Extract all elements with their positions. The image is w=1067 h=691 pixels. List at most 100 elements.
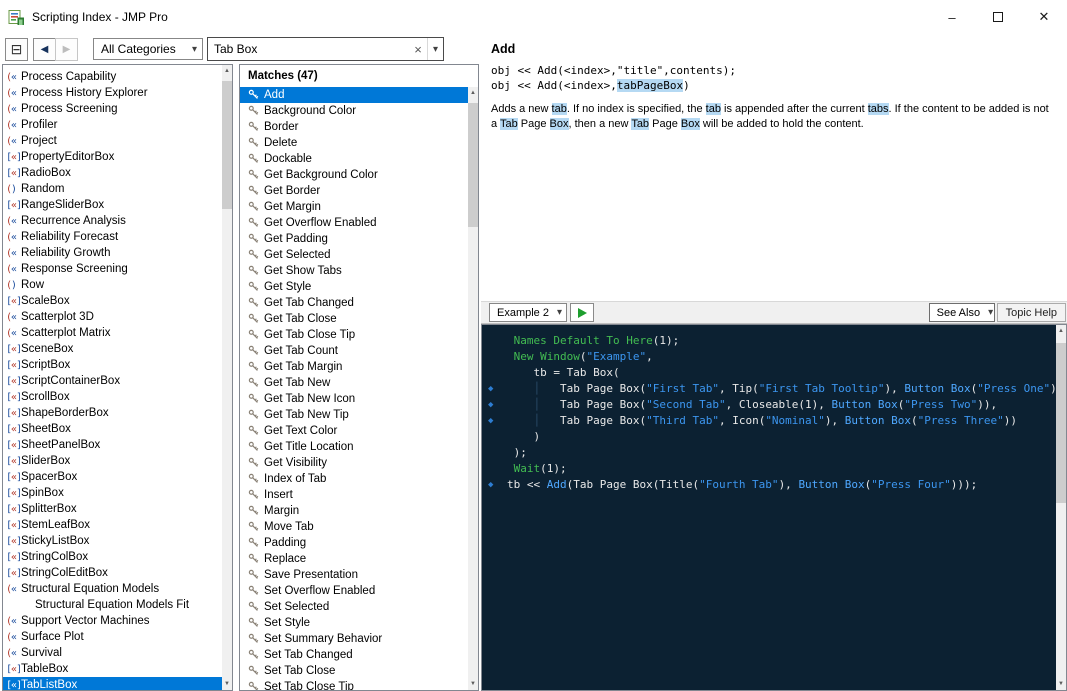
- category-item[interactable]: [«] StickyListBox: [3, 533, 222, 549]
- category-item[interactable]: [«] ScrollBox: [3, 389, 222, 405]
- match-item[interactable]: Get Text Color: [240, 423, 468, 439]
- match-item[interactable]: Add: [240, 87, 468, 103]
- scrollbar-thumb[interactable]: [222, 81, 232, 209]
- category-item[interactable]: (« Response Screening: [3, 261, 222, 277]
- match-item[interactable]: Set Summary Behavior: [240, 631, 468, 647]
- category-item[interactable]: [«] SceneBox: [3, 341, 222, 357]
- match-item[interactable]: Padding: [240, 535, 468, 551]
- category-item[interactable]: (« Profiler: [3, 117, 222, 133]
- category-item[interactable]: [«] PropertyEditorBox: [3, 149, 222, 165]
- category-item[interactable]: [«] ShapeBorderBox: [3, 405, 222, 421]
- category-item[interactable]: [«] ScaleBox: [3, 293, 222, 309]
- match-item[interactable]: Move Tab: [240, 519, 468, 535]
- example-selector[interactable]: Example 2 ▾: [489, 303, 567, 322]
- close-button[interactable]: ✕: [1021, 0, 1067, 34]
- match-item[interactable]: Get Tab New: [240, 375, 468, 391]
- see-also-dropdown[interactable]: See Also ▾: [928, 303, 995, 322]
- maximize-button[interactable]: [975, 0, 1021, 34]
- match-item[interactable]: Dockable: [240, 151, 468, 167]
- category-item[interactable]: (« Scatterplot Matrix: [3, 325, 222, 341]
- match-item[interactable]: Get Style: [240, 279, 468, 295]
- minimize-button[interactable]: –: [929, 0, 975, 34]
- category-item[interactable]: [«] StemLeafBox: [3, 517, 222, 533]
- match-item[interactable]: Background Color: [240, 103, 468, 119]
- scroll-up-button[interactable]: ▲: [222, 65, 232, 77]
- category-item[interactable]: () Row: [3, 277, 222, 293]
- match-item[interactable]: Set Tab Changed: [240, 647, 468, 663]
- match-item[interactable]: Get Visibility: [240, 455, 468, 471]
- forward-button[interactable]: ▶: [55, 37, 78, 61]
- match-item[interactable]: Get Margin: [240, 199, 468, 215]
- category-item[interactable]: [«] SpinBox: [3, 485, 222, 501]
- category-item[interactable]: [«] RangeSliderBox: [3, 197, 222, 213]
- category-item[interactable]: (« Support Vector Machines: [3, 613, 222, 629]
- scroll-down-button[interactable]: ▼: [1056, 678, 1066, 690]
- match-item[interactable]: Get Border: [240, 183, 468, 199]
- scrollbar-thumb[interactable]: [1056, 343, 1066, 503]
- match-item[interactable]: Replace: [240, 551, 468, 567]
- category-item[interactable]: (« Surface Plot: [3, 629, 222, 645]
- category-item[interactable]: Structural Equation Models Fit: [3, 597, 222, 613]
- category-item[interactable]: () Random: [3, 181, 222, 197]
- clear-search-button[interactable]: ×: [409, 38, 427, 60]
- category-item[interactable]: [«] SpacerBox: [3, 469, 222, 485]
- match-item[interactable]: Border: [240, 119, 468, 135]
- scroll-up-button[interactable]: ▲: [468, 87, 478, 99]
- category-item[interactable]: [«] ScriptContainerBox: [3, 373, 222, 389]
- category-item[interactable]: (« Survival: [3, 645, 222, 661]
- category-item[interactable]: [«] TableBox: [3, 661, 222, 677]
- match-item[interactable]: Index of Tab: [240, 471, 468, 487]
- match-item[interactable]: Get Tab Close Tip: [240, 327, 468, 343]
- search-input[interactable]: [208, 42, 409, 56]
- code-area[interactable]: Names Default To Here (1); New Window("Ex…: [482, 333, 1056, 690]
- match-item[interactable]: Insert: [240, 487, 468, 503]
- match-item[interactable]: Get Title Location: [240, 439, 468, 455]
- category-filter-dropdown[interactable]: All Categories ▾: [93, 38, 203, 60]
- match-item[interactable]: Get Background Color: [240, 167, 468, 183]
- topic-help-button[interactable]: Topic Help: [996, 303, 1066, 322]
- category-item[interactable]: (« Process Screening: [3, 101, 222, 117]
- scroll-up-button[interactable]: ▲: [1056, 325, 1066, 337]
- match-item[interactable]: Set Overflow Enabled: [240, 583, 468, 599]
- category-item[interactable]: [«] StringColEditBox: [3, 565, 222, 581]
- category-item[interactable]: [«] SheetBox: [3, 421, 222, 437]
- match-item[interactable]: Get Tab Margin: [240, 359, 468, 375]
- match-item[interactable]: Get Overflow Enabled: [240, 215, 468, 231]
- match-item[interactable]: Margin: [240, 503, 468, 519]
- category-item[interactable]: [«] SheetPanelBox: [3, 437, 222, 453]
- match-item[interactable]: Set Style: [240, 615, 468, 631]
- category-item[interactable]: (« Reliability Forecast: [3, 229, 222, 245]
- category-item[interactable]: (« Reliability Growth: [3, 245, 222, 261]
- category-item[interactable]: (« Recurrence Analysis: [3, 213, 222, 229]
- category-item[interactable]: (« Project: [3, 133, 222, 149]
- category-item[interactable]: (« Process History Explorer: [3, 85, 222, 101]
- editor-scrollbar[interactable]: ▲ ▼: [1056, 325, 1066, 690]
- match-item[interactable]: Set Selected: [240, 599, 468, 615]
- script-editor[interactable]: Names Default To Here (1); New Window("Ex…: [481, 324, 1067, 691]
- scroll-down-button[interactable]: ▼: [468, 678, 478, 690]
- match-item[interactable]: Get Show Tabs: [240, 263, 468, 279]
- match-item[interactable]: Get Tab New Icon: [240, 391, 468, 407]
- match-item[interactable]: Get Tab Close: [240, 311, 468, 327]
- scroll-down-button[interactable]: ▼: [222, 678, 232, 690]
- category-item[interactable]: [«] StringColBox: [3, 549, 222, 565]
- match-item[interactable]: Delete: [240, 135, 468, 151]
- category-item[interactable]: [«] TabListBox: [3, 677, 222, 690]
- match-item[interactable]: Get Tab Changed: [240, 295, 468, 311]
- category-item[interactable]: (« Scatterplot 3D: [3, 309, 222, 325]
- match-item[interactable]: Get Selected: [240, 247, 468, 263]
- category-item[interactable]: [«] RadioBox: [3, 165, 222, 181]
- category-item[interactable]: [«] SplitterBox: [3, 501, 222, 517]
- match-item[interactable]: Get Tab Count: [240, 343, 468, 359]
- display-boxes-button[interactable]: ⊟: [5, 37, 28, 61]
- run-example-button[interactable]: [570, 303, 594, 322]
- match-item[interactable]: Get Tab New Tip: [240, 407, 468, 423]
- category-item[interactable]: [«] ScriptBox: [3, 357, 222, 373]
- match-item[interactable]: Get Padding: [240, 231, 468, 247]
- category-item[interactable]: (« Process Capability: [3, 69, 222, 85]
- category-item[interactable]: [«] SliderBox: [3, 453, 222, 469]
- scrollbar-thumb[interactable]: [468, 103, 478, 227]
- category-scrollbar[interactable]: ▲ ▼: [222, 65, 232, 690]
- match-item[interactable]: Save Presentation: [240, 567, 468, 583]
- match-item[interactable]: Set Tab Close: [240, 663, 468, 679]
